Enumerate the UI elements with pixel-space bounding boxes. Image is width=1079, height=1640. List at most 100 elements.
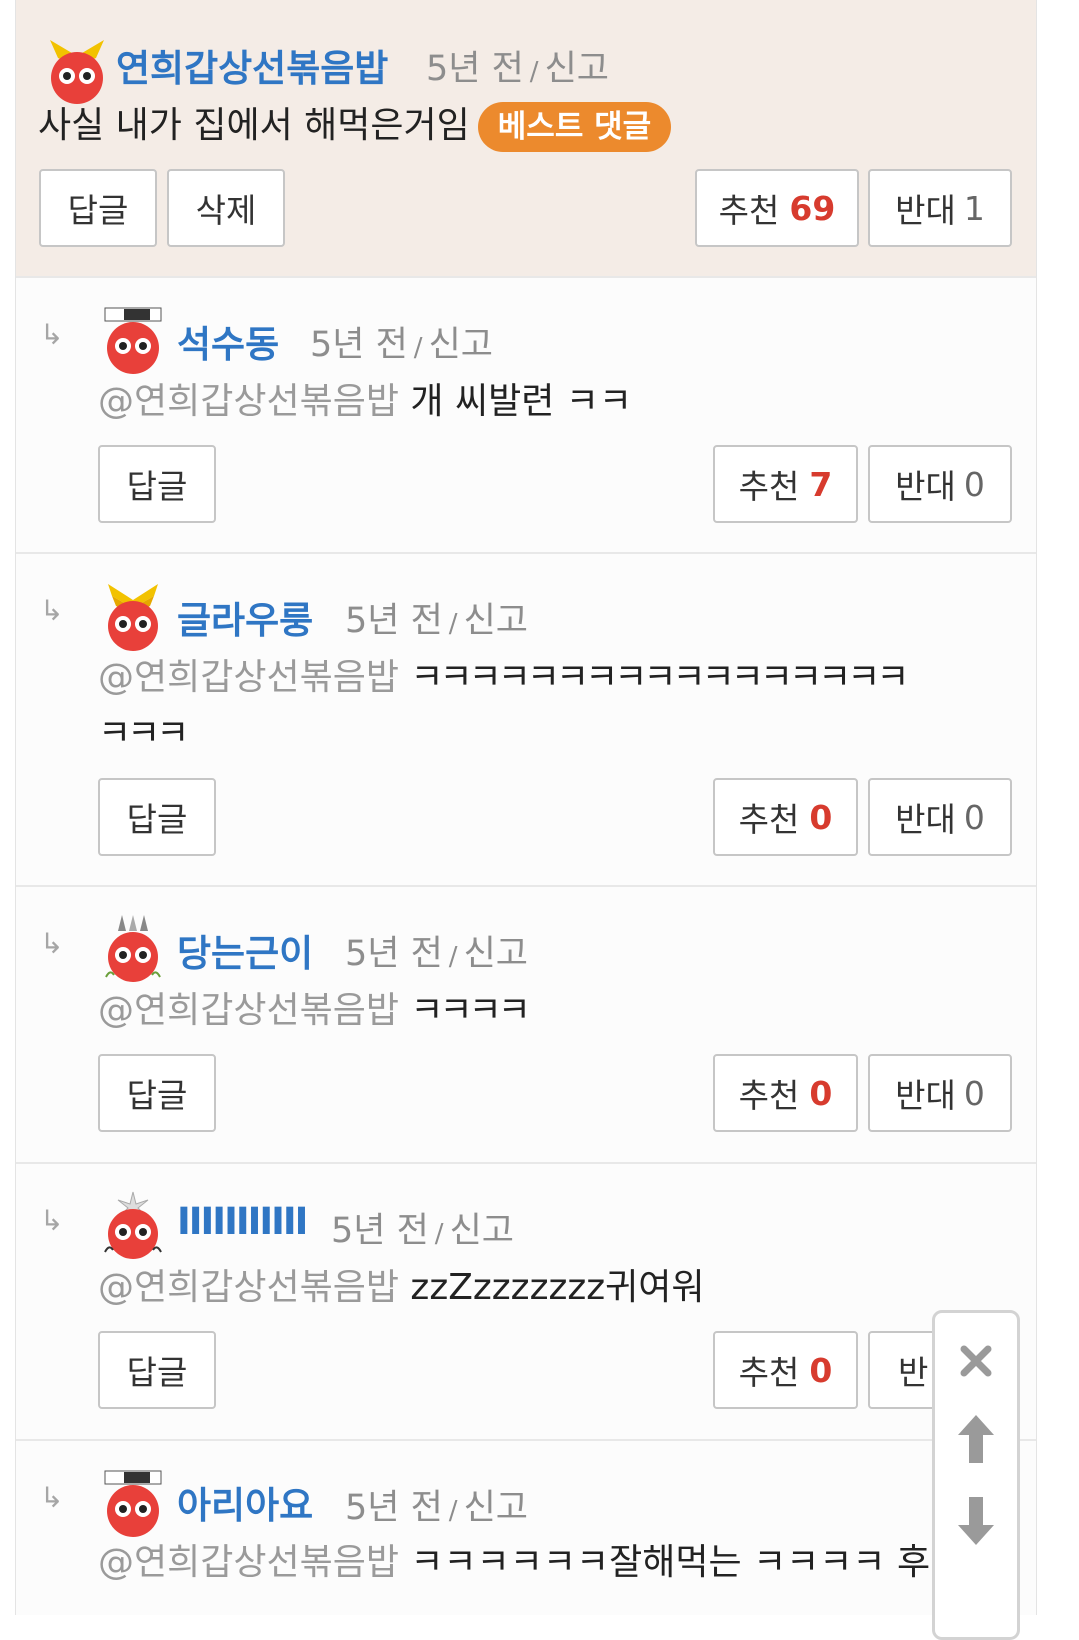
best-comment: 연희갑상선볶음밥 5년 전 / 신고 사실 내가 집에서 해먹은거임 베스트 댓글 답… [16,0,1036,278]
downvote-button[interactable]: 반대 1 [868,169,1012,247]
comment-meta: 5년 전 / 신고 [331,1202,514,1253]
upvote-label: 추천 [738,1076,800,1115]
comment-time: 5년 전 [426,49,524,89]
mention-link[interactable]: @연희갑상선볶음밥 [98,381,399,422]
downvote-count: 1 [963,188,985,228]
comment-author[interactable]: IIIIIIIIIII [177,1200,308,1243]
report-link[interactable]: 신고 [545,49,609,89]
comment-author[interactable]: 글라우룽 [177,590,313,644]
avatar-icon [105,915,161,982]
comment-time: 5년 전 [310,325,408,365]
reply-comment: ↳ 아리아요 5년 전 / 신고 @연희갑상선볶음밥 ㅋㅋㅋㅋㅋㅋ잘해먹는 ㅋㅋㅋㅋ… [16,1441,1036,1615]
comment-time: 5년 전 [345,934,443,974]
avatar-icon [104,1191,162,1259]
reply-button-label: 답글 [126,467,188,506]
reply-button[interactable]: 답글 [98,1331,216,1409]
comment-body: @연희갑상선볶음밥 ㅋㅋㅋㅋㅋㅋ잘해먹는 ㅋㅋㅋㅋ 후 [98,1535,930,1591]
downvote-label: 반 [898,1353,929,1392]
report-link[interactable]: 신고 [464,934,528,974]
report-link[interactable]: 신고 [429,325,493,365]
downvote-label: 반대 [895,467,956,506]
upvote-count: 69 [789,188,836,228]
comment-time: 5년 전 [345,601,443,641]
upvote-button[interactable]: 추천 0 [713,1054,858,1132]
reply-arrow-icon: ↳ [40,1481,64,1514]
downvote-label: 반대 [895,1076,956,1115]
report-link[interactable]: 신고 [450,1211,514,1251]
reply-arrow-icon: ↳ [40,318,64,351]
comment-body: @연희갑상선볶음밥 ㅋㅋㅋㅋ [98,983,531,1039]
floating-scroll-panel [932,1310,1020,1640]
avatar-icon [50,40,104,104]
downvote-label: 반대 [895,191,956,230]
avatar-icon [104,1470,162,1537]
comment-author[interactable]: 당는근이 [177,923,313,977]
reply-button[interactable]: 답글 [39,169,157,247]
upvote-count: 0 [809,797,833,837]
mention-link[interactable]: @연희갑상선볶음밥 [98,1267,399,1308]
report-link[interactable]: 신고 [464,601,528,641]
downvote-count: 0 [963,797,985,837]
comment-text: 사실 내가 집에서 해먹은거임 [38,105,470,146]
mention-link[interactable]: @연희갑상선볶음밥 [98,657,399,698]
reply-button[interactable]: 답글 [98,1054,216,1132]
reply-button-label: 답글 [67,191,129,230]
reply-arrow-icon: ↳ [40,1204,64,1237]
upvote-button[interactable]: 추천 7 [713,445,858,523]
meta-separator: / [434,1219,444,1249]
comment-time: 5년 전 [345,1488,443,1528]
downvote-count: 0 [963,464,985,504]
comment-body: 사실 내가 집에서 해먹은거임 베스트 댓글 [38,98,672,154]
reply-button-label: 답글 [126,800,188,839]
comment-body: @연희갑상선볶음밥 ㅋㅋㅋㅋㅋㅋㅋㅋㅋㅋㅋㅋㅋㅋㅋㅋㅋ ㅋㅋㅋ [98,650,998,762]
comment-text: ㅋㅋㅋㅋ [410,990,531,1031]
reply-button[interactable]: 답글 [98,445,216,523]
comment-text: zzZzzzzzzz귀여워 [410,1267,705,1308]
upvote-count: 0 [809,1073,833,1113]
upvote-label: 추천 [718,191,780,230]
upvote-label: 추천 [738,800,800,839]
reply-arrow-icon: ↳ [40,927,64,960]
downvote-button[interactable]: 반대 0 [868,1054,1012,1132]
downvote-button[interactable]: 반대 0 [868,445,1012,523]
comment-meta: 5년 전 / 신고 [310,316,493,367]
upvote-label: 추천 [738,1353,800,1392]
upvote-count: 7 [809,464,833,504]
upvote-button[interactable]: 추천 0 [713,1331,858,1409]
comment-text: 개 씨발련 ㅋㅋ [410,381,633,422]
reply-arrow-icon: ↳ [40,594,64,627]
comment-meta: 5년 전 / 신고 [345,592,528,643]
comment-time: 5년 전 [331,1211,429,1251]
comment-text: ㅋㅋㅋㅋㅋㅋ잘해먹는 ㅋㅋㅋㅋ 후 [410,1542,931,1583]
meta-separator: / [448,1496,458,1526]
reply-button-label: 답글 [126,1353,188,1392]
downvote-button[interactable]: 반대 0 [868,778,1012,856]
mention-link[interactable]: @연희갑상선볶음밥 [98,990,399,1031]
upvote-button[interactable]: 추천 0 [713,778,858,856]
comment-text-continued: ㅋㅋㅋ [98,713,189,754]
delete-button[interactable]: 삭제 [167,169,285,247]
report-link[interactable]: 신고 [464,1488,528,1528]
comment-author[interactable]: 연희갑상선볶음밥 [116,38,388,92]
reply-button[interactable]: 답글 [98,778,216,856]
arrow-up-icon[interactable] [935,1409,1017,1469]
avatar-icon [108,584,158,651]
comment-author[interactable]: 석수동 [177,314,279,368]
upvote-button[interactable]: 추천 69 [695,169,859,247]
mention-link[interactable]: @연희갑상선볶음밥 [98,1542,399,1583]
reply-comment: ↳ IIIIIIIIIII 5년 전 / 신고 @연희갑상선볶음밥 zzZzzzzz… [16,1164,1036,1441]
meta-separator: / [448,609,458,639]
reply-comment: ↳ 석수동 5년 전 / 신고 @연희갑상선볶음밥 개 씨발련 ㅋㅋ 답글 추천 7 … [16,278,1036,554]
meta-separator: / [448,942,458,972]
meta-separator: / [529,57,539,87]
close-icon[interactable] [935,1333,1017,1393]
avatar-icon [104,307,162,374]
comment-meta: 5년 전 / 신고 [426,40,609,91]
arrow-down-icon[interactable] [935,1491,1017,1551]
upvote-label: 추천 [738,467,800,506]
comment-author[interactable]: 아리아요 [177,1475,313,1529]
downvote-label: 반대 [895,800,956,839]
best-comment-badge: 베스트 댓글 [477,102,672,152]
comment-list: 연희갑상선볶음밥 5년 전 / 신고 사실 내가 집에서 해먹은거임 베스트 댓글 답… [15,0,1037,1615]
reply-comment: ↳ 글라우룽 5년 전 / 신고 @연희갑상선볶음밥 ㅋㅋㅋㅋㅋㅋㅋㅋㅋㅋㅋㅋㅋㅋㅋ… [16,554,1036,887]
